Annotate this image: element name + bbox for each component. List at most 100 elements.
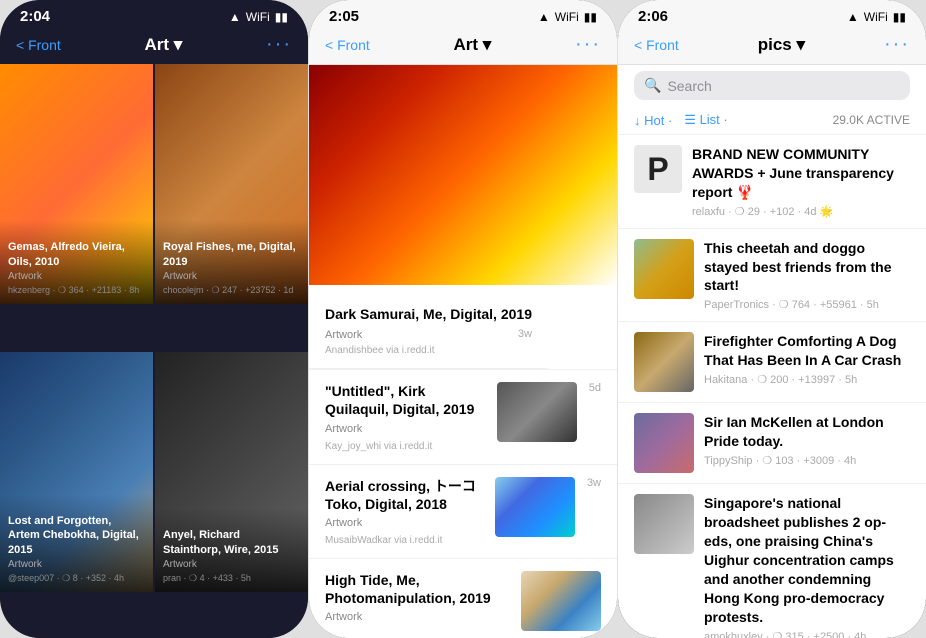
art-featured-caption: Dark Samurai, Me, Digital, 2019 Artwork … [309, 297, 548, 369]
battery-icon-1: ▮▮ [275, 10, 288, 24]
search-bar[interactable]: 🔍 Search [634, 71, 910, 100]
art-list-title-1: Aerial crossing, トーコ Toko, Digital, 2018 [325, 477, 483, 513]
phone-3: 2:06 ▲ WiFi ▮▮ < Front pics ▾ ··· 🔍 Sear… [618, 0, 926, 638]
pics-title-1: This cheetah and doggo stayed best frien… [704, 239, 910, 296]
art-list-title-0: "Untitled", Kirk Quilaquil, Digital, 201… [325, 382, 485, 418]
pics-title-0: BRAND NEW COMMUNITY AWARDS + June transp… [692, 145, 910, 202]
art-caption-2: Lost and Forgotten, Artem Chebokha, Digi… [0, 494, 153, 592]
status-bar-1: 2:04 ▲ WiFi ▮▮ [0, 0, 308, 29]
art-list-featured[interactable]: Dark Samurai, Me, Digital, 2019 Artwork … [309, 65, 617, 370]
nav-back-3[interactable]: < Front [634, 37, 679, 53]
art-list-item-1[interactable]: Aerial crossing, トーコ Toko, Digital, 2018… [309, 465, 617, 559]
art-list-time-0: 5d [589, 382, 601, 394]
pics-meta-2: Hakitana · ❍ 200 · +13997 · 5h [704, 373, 910, 386]
nav-back-1[interactable]: < Front [16, 37, 61, 53]
pics-item-1[interactable]: This cheetah and doggo stayed best frien… [618, 229, 926, 323]
pics-item-0[interactable]: P BRAND NEW COMMUNITY AWARDS + June tran… [618, 135, 926, 229]
art-list-thumb-0 [497, 382, 577, 442]
art-meta-2: @steep007 · ❍ 8 · +352 · 4h [8, 573, 145, 584]
pics-thumb-0: P [634, 145, 682, 193]
battery-icon-3: ▮▮ [893, 10, 906, 24]
status-time-2: 2:05 [329, 8, 359, 25]
art-title-3: Anyel, Richard Stainthorp, Wire, 2015 [163, 528, 300, 557]
art-featured-tag: Artwork [325, 329, 362, 341]
art-title-0: Gemas, Alfredo Vieira, Oils, 2010 [8, 240, 145, 269]
art-tag-2: Artwork [8, 559, 145, 570]
art-list-item-2[interactable]: High Tide, Me, Photomanipulation, 2019 A… [309, 559, 617, 638]
art-featured-image [309, 65, 617, 285]
art-list-tag-0: Artwork [325, 423, 362, 435]
phone-2-screen: 2:05 ▲ WiFi ▮▮ < Front Art ▾ ··· Dark Sa… [309, 0, 617, 638]
art-list: Dark Samurai, Me, Digital, 2019 Artwork … [309, 65, 617, 638]
nav-title-2[interactable]: Art ▾ [453, 35, 491, 55]
pics-thumb-1 [634, 239, 694, 299]
pics-meta-3: TippyShip · ❍ 103 · +3009 · 4h [704, 454, 910, 467]
art-cell-0[interactable]: Gemas, Alfredo Vieira, Oils, 2010 Artwor… [0, 64, 153, 304]
art-tag-3: Artwork [163, 559, 300, 570]
art-grid: Gemas, Alfredo Vieira, Oils, 2010 Artwor… [0, 64, 308, 638]
status-icons-2: ▲ WiFi ▮▮ [538, 10, 597, 24]
wifi-icon-3: WiFi [864, 10, 888, 24]
phone-1-screen: 2:04 ▲ WiFi ▮▮ < Front Art ▾ ··· Gemas, … [0, 0, 308, 638]
pics-info-4: Singapore's national broadsheet publishe… [704, 494, 910, 638]
art-meta-3: pran · ❍ 4 · +433 · 5h [163, 573, 300, 584]
art-list-title-2: High Tide, Me, Photomanipulation, 2019 [325, 571, 509, 607]
art-list-meta-1: MusaibWadkar via i.redd.it [325, 535, 483, 546]
art-meta-1: chocolejm · ❍ 247 · +23752 · 1d [163, 285, 300, 296]
pics-info-2: Firefighter Comforting A Dog That Has Be… [704, 332, 910, 386]
phone-1: 2:04 ▲ WiFi ▮▮ < Front Art ▾ ··· Gemas, … [0, 0, 308, 638]
phone-3-screen: 2:06 ▲ WiFi ▮▮ < Front pics ▾ ··· 🔍 Sear… [618, 0, 926, 638]
art-list-thumb-2 [521, 571, 601, 631]
nav-bar-1: < Front Art ▾ ··· [0, 29, 308, 64]
nav-title-3[interactable]: pics ▾ [758, 35, 805, 55]
art-cell-3[interactable]: Anyel, Richard Stainthorp, Wire, 2015 Ar… [155, 352, 308, 592]
wifi-icon-2: WiFi [555, 10, 579, 24]
art-list-tag-1: Artwork [325, 517, 362, 529]
search-icon: 🔍 [644, 77, 661, 94]
art-featured-meta: Anandishbee via i.redd.it [325, 345, 532, 356]
pics-info-3: Sir Ian McKellen at London Pride today. … [704, 413, 910, 467]
battery-icon-2: ▮▮ [584, 10, 597, 24]
nav-more-2[interactable]: ··· [575, 33, 601, 56]
art-list-time-1: 3w [587, 477, 601, 489]
art-list-info-2: High Tide, Me, Photomanipulation, 2019 A… [325, 571, 509, 625]
art-title-1: Royal Fishes, me, Digital, 2019 [163, 240, 300, 269]
pics-item-3[interactable]: Sir Ian McKellen at London Pride today. … [618, 403, 926, 484]
art-cell-2[interactable]: Lost and Forgotten, Artem Chebokha, Digi… [0, 352, 153, 592]
filter-bar: ↓ Hot · ☰ List · 29.0K ACTIVE [618, 106, 926, 135]
pics-meta-0: relaxfu · ❍ 29 · +102 · 4d 🌟 [692, 205, 910, 218]
pics-title-2: Firefighter Comforting A Dog That Has Be… [704, 332, 910, 370]
phone-2: 2:05 ▲ WiFi ▮▮ < Front Art ▾ ··· Dark Sa… [309, 0, 617, 638]
art-caption-0: Gemas, Alfredo Vieira, Oils, 2010 Artwor… [0, 220, 153, 304]
art-tag-1: Artwork [163, 271, 300, 282]
active-count: 29.0K ACTIVE [833, 113, 910, 127]
art-list-meta-0: Kay_joy_whi via i.redd.it [325, 441, 485, 452]
art-featured-title: Dark Samurai, Me, Digital, 2019 [325, 305, 532, 323]
art-cell-1[interactable]: Royal Fishes, me, Digital, 2019 Artwork … [155, 64, 308, 304]
pics-item-4[interactable]: Singapore's national broadsheet publishe… [618, 484, 926, 638]
nav-more-1[interactable]: ··· [266, 33, 292, 56]
status-bar-2: 2:05 ▲ WiFi ▮▮ [309, 0, 617, 29]
art-list-tag-2: Artwork [325, 611, 362, 623]
search-placeholder: Search [667, 78, 711, 94]
pics-item-2[interactable]: Firefighter Comforting A Dog That Has Be… [618, 322, 926, 403]
pics-meta-1: PaperTronics · ❍ 764 · +55961 · 5h [704, 298, 910, 311]
nav-back-2[interactable]: < Front [325, 37, 370, 53]
nav-title-1[interactable]: Art ▾ [144, 35, 182, 55]
art-featured-time: 3w [518, 328, 532, 340]
art-caption-3: Anyel, Richard Stainthorp, Wire, 2015 Ar… [155, 508, 308, 592]
signal-icon-3: ▲ [847, 10, 859, 24]
hot-filter-button[interactable]: ↓ Hot · [634, 112, 672, 128]
pics-info-0: BRAND NEW COMMUNITY AWARDS + June transp… [692, 145, 910, 218]
nav-more-3[interactable]: ··· [884, 33, 910, 56]
art-list-info-0: "Untitled", Kirk Quilaquil, Digital, 201… [325, 382, 485, 451]
status-time-3: 2:06 [638, 8, 668, 25]
art-list-item-0[interactable]: "Untitled", Kirk Quilaquil, Digital, 201… [309, 370, 617, 464]
nav-bar-3: < Front pics ▾ ··· [618, 29, 926, 65]
filter-buttons: ↓ Hot · ☰ List · [634, 112, 728, 128]
art-caption-1: Royal Fishes, me, Digital, 2019 Artwork … [155, 220, 308, 304]
list-filter-button[interactable]: ☰ List · [684, 112, 727, 128]
pics-meta-4: amokhuxley · ❍ 315 · +2500 · 4h [704, 630, 910, 638]
pics-thumb-4 [634, 494, 694, 554]
art-title-2: Lost and Forgotten, Artem Chebokha, Digi… [8, 514, 145, 557]
